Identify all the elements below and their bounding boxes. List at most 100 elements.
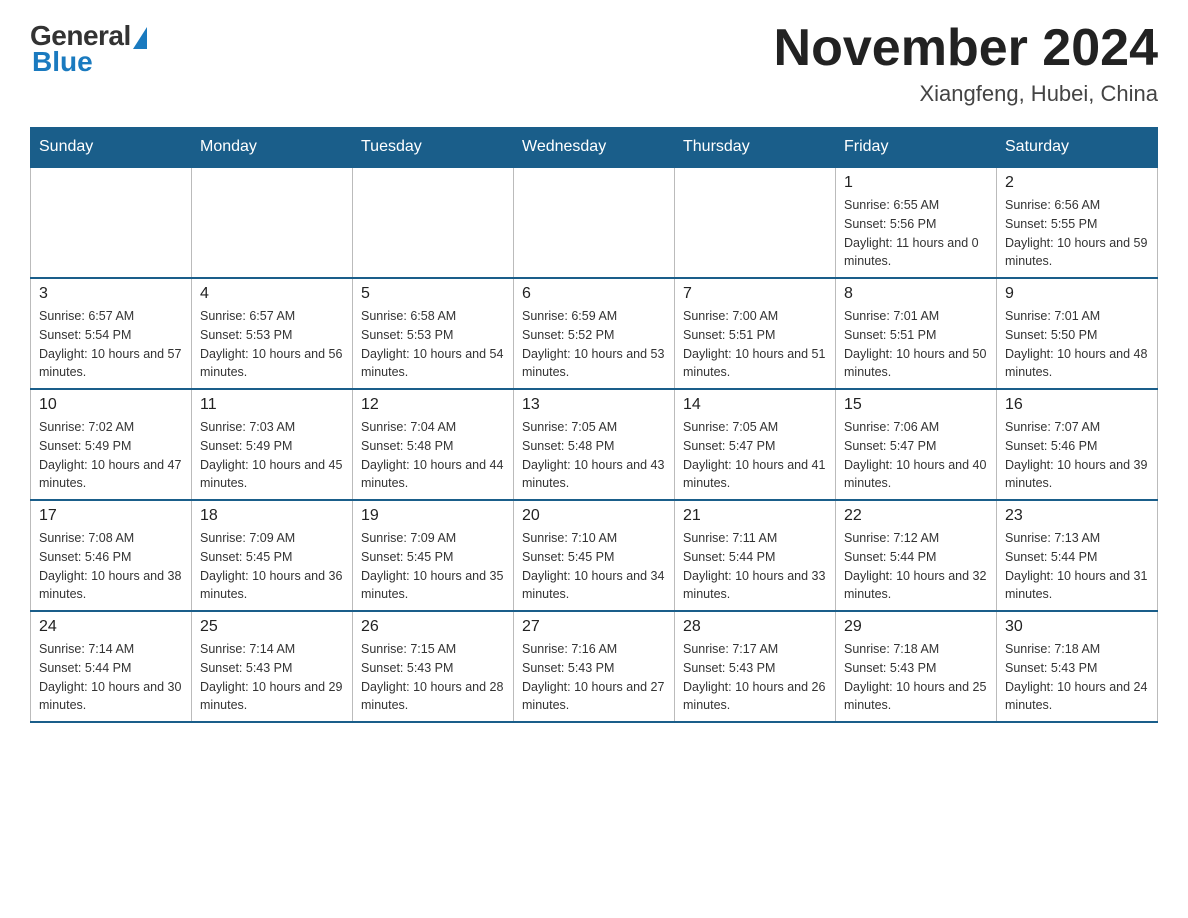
day-info: Sunrise: 6:59 AMSunset: 5:52 PMDaylight:… [522,307,666,382]
day-number: 8 [844,285,988,303]
weekday-header-friday: Friday [836,128,997,168]
day-info: Sunrise: 7:14 AMSunset: 5:43 PMDaylight:… [200,640,344,715]
day-number: 12 [361,396,505,414]
calendar-cell: 8 Sunrise: 7:01 AMSunset: 5:51 PMDaylight… [836,278,997,389]
calendar-cell: 4 Sunrise: 6:57 AMSunset: 5:53 PMDaylight… [192,278,353,389]
day-number: 11 [200,396,344,414]
logo-blue-text: Blue [32,46,93,78]
day-number: 24 [39,618,183,636]
weekday-header-saturday: Saturday [997,128,1158,168]
calendar-cell: 2 Sunrise: 6:56 AMSunset: 5:55 PMDaylight… [997,167,1158,278]
calendar-cell: 25Sunrise: 7:14 AMSunset: 5:43 PMDayligh… [192,611,353,722]
day-number: 3 [39,285,183,303]
page-header: General Blue November 2024 Xiangfeng, Hu… [30,20,1158,107]
day-number: 2 [1005,174,1149,192]
title-area: November 2024 Xiangfeng, Hubei, China [774,20,1158,107]
calendar-cell: 7 Sunrise: 7:00 AMSunset: 5:51 PMDaylight… [675,278,836,389]
calendar-week-2: 3Sunrise: 6:57 AMSunset: 5:54 PMDaylight… [31,278,1158,389]
day-number: 1 [844,174,988,192]
day-number: 17 [39,507,183,525]
calendar-cell: 29 Sunrise: 7:18 AMSunset: 5:43 PMDayligh… [836,611,997,722]
calendar-cell: 11 Sunrise: 7:03 AMSunset: 5:49 PMDayligh… [192,389,353,500]
calendar-cell: 12 Sunrise: 7:04 AMSunset: 5:48 PMDayligh… [353,389,514,500]
calendar-cell: 23 Sunrise: 7:13 AMSunset: 5:44 PMDayligh… [997,500,1158,611]
calendar-cell [514,167,675,278]
calendar-cell: 22 Sunrise: 7:12 AMSunset: 5:44 PMDayligh… [836,500,997,611]
day-info: Sunrise: 7:01 AMSunset: 5:51 PMDaylight:… [844,307,988,382]
calendar-cell: 21 Sunrise: 7:11 AMSunset: 5:44 PMDayligh… [675,500,836,611]
weekday-header-monday: Monday [192,128,353,168]
day-number: 28 [683,618,827,636]
day-info: Sunrise: 6:56 AMSunset: 5:55 PMDaylight:… [1005,196,1149,271]
calendar-cell: 20 Sunrise: 7:10 AMSunset: 5:45 PMDayligh… [514,500,675,611]
day-number: 5 [361,285,505,303]
day-info: Sunrise: 7:13 AMSunset: 5:44 PMDaylight:… [1005,529,1149,604]
day-info: Sunrise: 7:02 AMSunset: 5:49 PMDaylight:… [39,418,183,493]
day-info: Sunrise: 6:57 AMSunset: 5:53 PMDaylight:… [200,307,344,382]
day-number: 7 [683,285,827,303]
day-number: 4 [200,285,344,303]
calendar-cell: 18Sunrise: 7:09 AMSunset: 5:45 PMDayligh… [192,500,353,611]
day-info: Sunrise: 7:15 AMSunset: 5:43 PMDaylight:… [361,640,505,715]
weekday-header-sunday: Sunday [31,128,192,168]
calendar-cell: 9 Sunrise: 7:01 AMSunset: 5:50 PMDaylight… [997,278,1158,389]
day-number: 15 [844,396,988,414]
day-info: Sunrise: 7:03 AMSunset: 5:49 PMDaylight:… [200,418,344,493]
calendar-cell: 15Sunrise: 7:06 AMSunset: 5:47 PMDayligh… [836,389,997,500]
weekday-header-tuesday: Tuesday [353,128,514,168]
logo: General Blue [30,20,147,78]
calendar-cell: 5 Sunrise: 6:58 AMSunset: 5:53 PMDaylight… [353,278,514,389]
calendar-cell: 6Sunrise: 6:59 AMSunset: 5:52 PMDaylight… [514,278,675,389]
day-number: 30 [1005,618,1149,636]
day-number: 13 [522,396,666,414]
calendar-table: SundayMondayTuesdayWednesdayThursdayFrid… [30,127,1158,723]
calendar-week-4: 17Sunrise: 7:08 AMSunset: 5:46 PMDayligh… [31,500,1158,611]
day-number: 26 [361,618,505,636]
calendar-cell: 16 Sunrise: 7:07 AMSunset: 5:46 PMDayligh… [997,389,1158,500]
day-info: Sunrise: 7:16 AMSunset: 5:43 PMDaylight:… [522,640,666,715]
day-number: 20 [522,507,666,525]
day-number: 19 [361,507,505,525]
calendar-week-3: 10Sunrise: 7:02 AMSunset: 5:49 PMDayligh… [31,389,1158,500]
calendar-cell: 28 Sunrise: 7:17 AMSunset: 5:43 PMDayligh… [675,611,836,722]
month-year-title: November 2024 [774,20,1158,77]
day-info: Sunrise: 7:04 AMSunset: 5:48 PMDaylight:… [361,418,505,493]
day-info: Sunrise: 7:17 AMSunset: 5:43 PMDaylight:… [683,640,827,715]
calendar-cell: 27Sunrise: 7:16 AMSunset: 5:43 PMDayligh… [514,611,675,722]
day-number: 21 [683,507,827,525]
calendar-cell [192,167,353,278]
weekday-header-wednesday: Wednesday [514,128,675,168]
day-info: Sunrise: 7:05 AMSunset: 5:47 PMDaylight:… [683,418,827,493]
day-info: Sunrise: 7:09 AMSunset: 5:45 PMDaylight:… [200,529,344,604]
day-info: Sunrise: 7:14 AMSunset: 5:44 PMDaylight:… [39,640,183,715]
day-info: Sunrise: 7:12 AMSunset: 5:44 PMDaylight:… [844,529,988,604]
day-info: Sunrise: 7:07 AMSunset: 5:46 PMDaylight:… [1005,418,1149,493]
calendar-cell: 30 Sunrise: 7:18 AMSunset: 5:43 PMDayligh… [997,611,1158,722]
calendar-cell: 17Sunrise: 7:08 AMSunset: 5:46 PMDayligh… [31,500,192,611]
day-info: Sunrise: 6:58 AMSunset: 5:53 PMDaylight:… [361,307,505,382]
calendar-cell: 14Sunrise: 7:05 AMSunset: 5:47 PMDayligh… [675,389,836,500]
day-number: 29 [844,618,988,636]
day-info: Sunrise: 7:11 AMSunset: 5:44 PMDaylight:… [683,529,827,604]
day-number: 23 [1005,507,1149,525]
day-info: Sunrise: 7:10 AMSunset: 5:45 PMDaylight:… [522,529,666,604]
weekday-header-thursday: Thursday [675,128,836,168]
day-info: Sunrise: 7:18 AMSunset: 5:43 PMDaylight:… [844,640,988,715]
calendar-cell [31,167,192,278]
day-info: Sunrise: 7:18 AMSunset: 5:43 PMDaylight:… [1005,640,1149,715]
calendar-cell [675,167,836,278]
logo-triangle-icon [133,27,147,49]
day-info: Sunrise: 7:00 AMSunset: 5:51 PMDaylight:… [683,307,827,382]
location-subtitle: Xiangfeng, Hubei, China [774,81,1158,107]
day-info: Sunrise: 7:09 AMSunset: 5:45 PMDaylight:… [361,529,505,604]
calendar-week-5: 24 Sunrise: 7:14 AMSunset: 5:44 PMDayligh… [31,611,1158,722]
calendar-cell: 3Sunrise: 6:57 AMSunset: 5:54 PMDaylight… [31,278,192,389]
calendar-cell [353,167,514,278]
day-number: 16 [1005,396,1149,414]
calendar-cell: 10Sunrise: 7:02 AMSunset: 5:49 PMDayligh… [31,389,192,500]
calendar-cell: 19 Sunrise: 7:09 AMSunset: 5:45 PMDayligh… [353,500,514,611]
day-number: 9 [1005,285,1149,303]
calendar-cell: 1Sunrise: 6:55 AMSunset: 5:56 PMDaylight… [836,167,997,278]
day-number: 22 [844,507,988,525]
day-info: Sunrise: 7:01 AMSunset: 5:50 PMDaylight:… [1005,307,1149,382]
